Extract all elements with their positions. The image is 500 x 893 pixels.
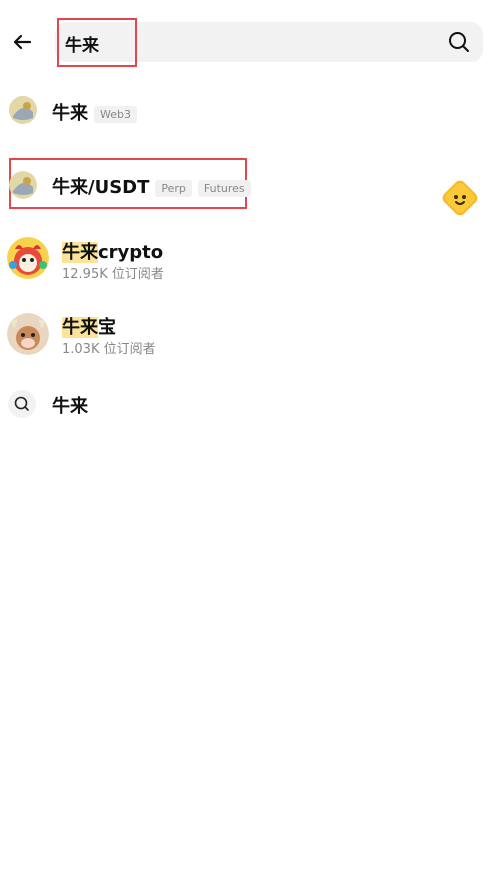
result-row[interactable]: 牛来宝 1.03K 位订阅者	[0, 311, 500, 361]
result-row[interactable]: 牛来/USDT Perp Futures	[0, 166, 500, 206]
search-suggestion-row[interactable]: 牛来	[0, 386, 500, 422]
highlight-text: 牛来	[62, 317, 98, 338]
tag-badge: Web3	[94, 105, 137, 123]
highlight-text: 牛来	[62, 242, 98, 263]
search-small-icon	[8, 390, 36, 418]
result-row[interactable]: 牛来crypto 12.95K 位订阅者	[0, 236, 500, 286]
subscriber-count: 1.03K 位订阅者	[62, 342, 156, 357]
suggestion-text: 牛来	[52, 396, 88, 417]
back-arrow-icon	[13, 34, 32, 50]
search-icon[interactable]	[447, 30, 471, 54]
subscriber-count: 12.95K 位订阅者	[62, 267, 164, 282]
result-title: 牛来/USDT Perp Futures	[52, 173, 251, 199]
result-row[interactable]: 牛来 Web3	[0, 92, 500, 132]
annotation-box-search	[57, 18, 137, 67]
tag-badge: Perp	[155, 179, 192, 197]
avatar	[7, 237, 49, 279]
avatar	[9, 96, 37, 124]
avatar	[9, 171, 37, 199]
tag-badge: Futures	[197, 179, 251, 197]
result-title: 牛来 Web3	[52, 99, 137, 125]
back-button[interactable]	[8, 28, 36, 56]
emoji-face-icon[interactable]	[437, 175, 483, 221]
result-title: 牛来crypto	[62, 242, 164, 263]
avatar	[7, 313, 49, 355]
result-title: 牛来宝	[62, 317, 116, 338]
